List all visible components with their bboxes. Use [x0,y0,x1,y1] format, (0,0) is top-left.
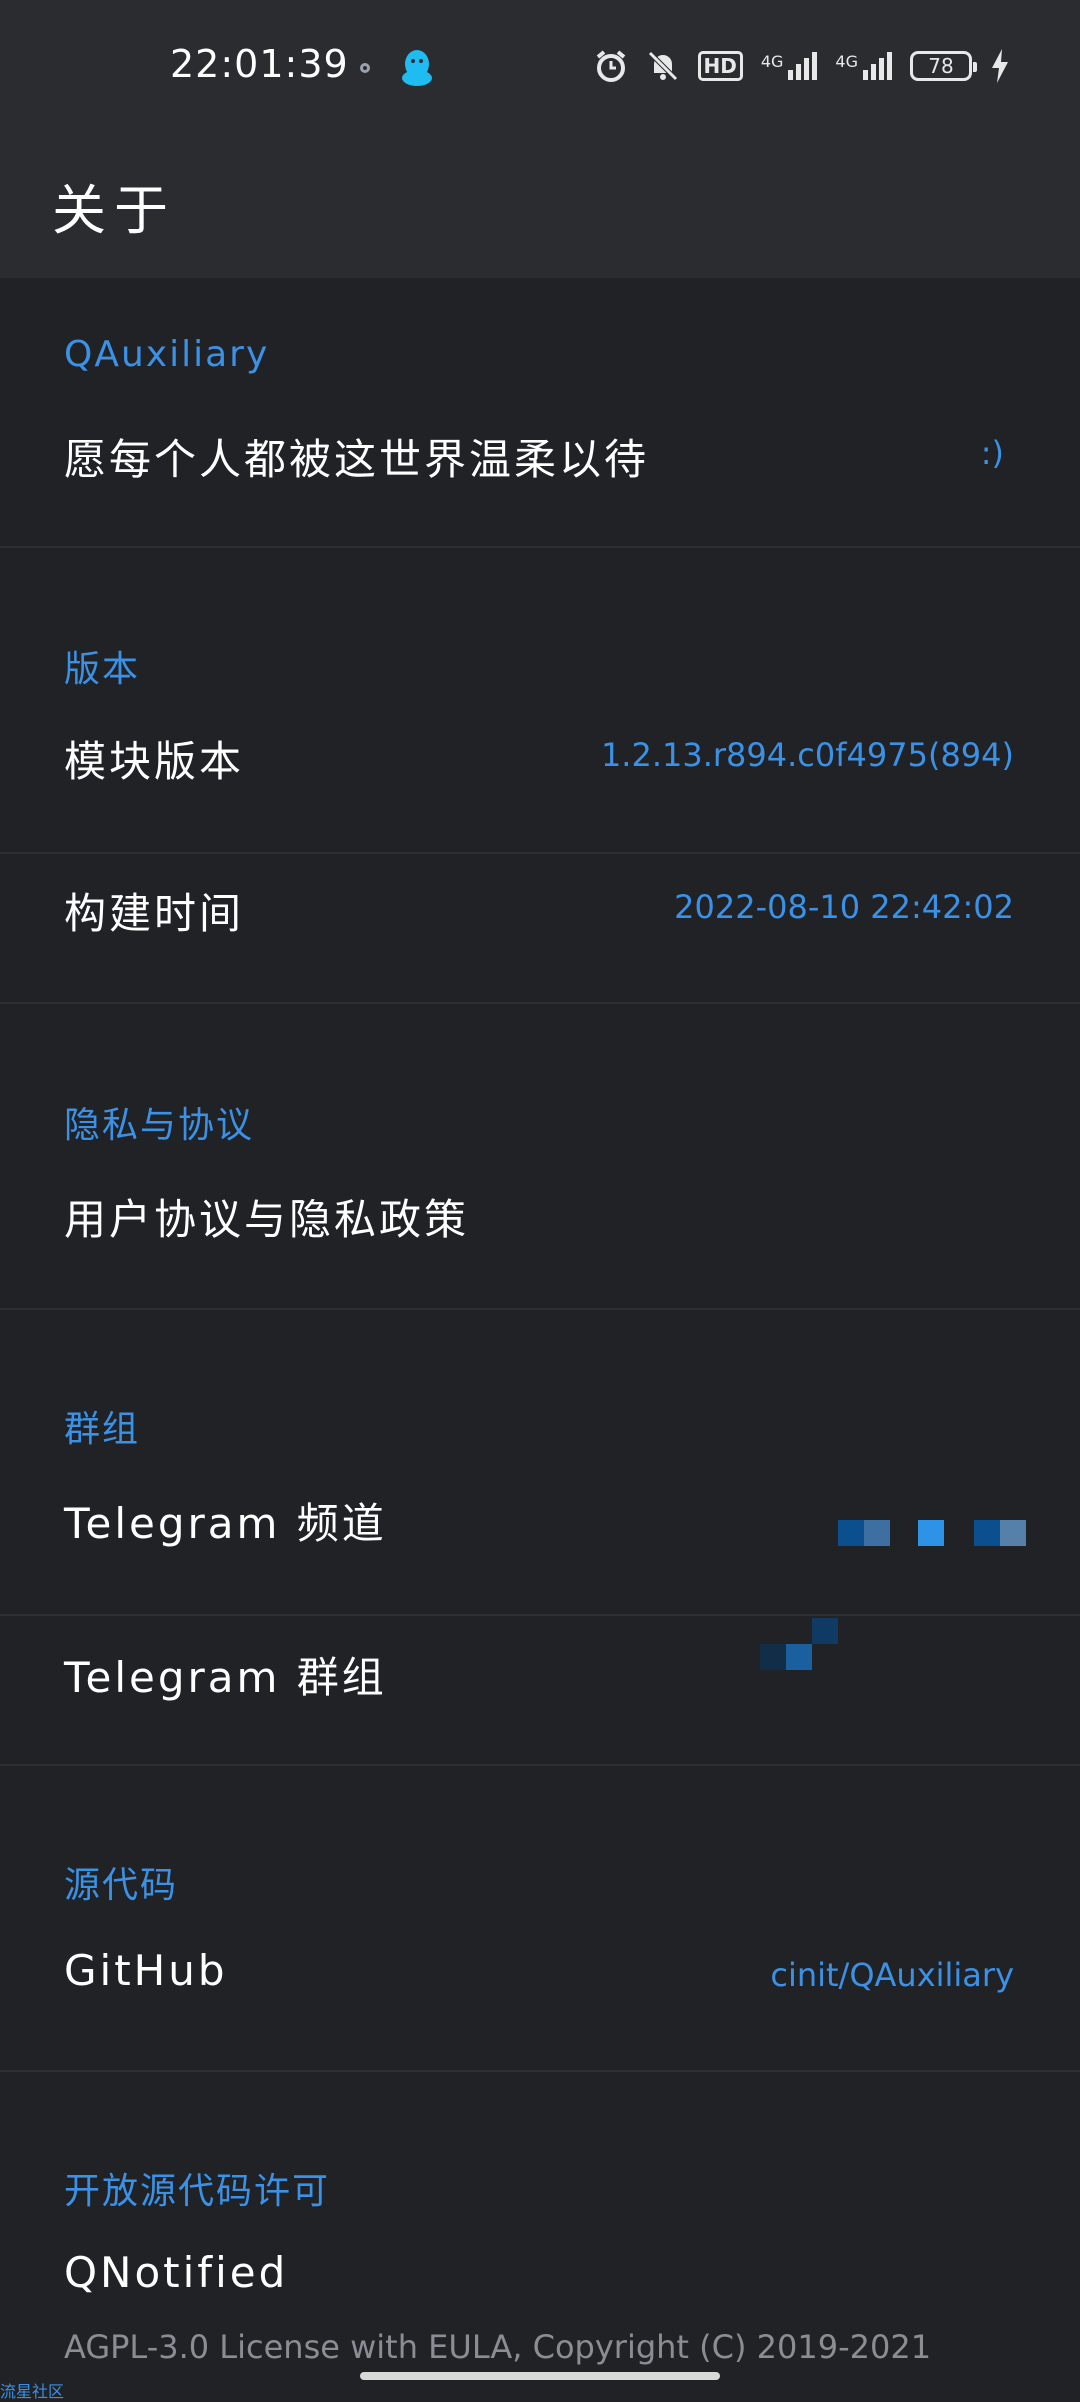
divider [0,852,1080,854]
privacy-policy-row[interactable]: 用户协议与隐私政策 [0,1154,1080,1304]
section-header-version: 版本 [64,649,141,690]
signal-icon-2: 4G [835,52,892,80]
page-title: 关于 [52,179,176,242]
section-header-source: 源代码 [64,1865,179,1906]
alarm-icon [596,50,625,82]
battery-icon: 78 [910,51,977,81]
divider [0,1614,1080,1616]
redacted-link-image [838,1518,1028,1548]
motto-value: :) [980,434,1004,472]
privacy-policy-label: 用户协议与隐私政策 [64,1195,470,1244]
module-version-label: 模块版本 [64,737,245,786]
license-item-description: AGPL-3.0 License with EULA, Copyright (C… [64,2328,932,2366]
telegram-channel-row[interactable]: Telegram 频道 [0,1460,1080,1610]
github-label: GitHub [64,1946,228,1995]
status-icons: HD 4G 4G 78 [594,46,1011,86]
divider [0,1764,1080,1766]
build-time-label: 构建时间 [64,889,245,938]
status-bar: 22:01:39 HD 4G 4G 78 [0,0,1080,136]
mute-bell-icon [647,51,678,81]
build-time-row[interactable]: 构建时间 2022-08-10 22:42:02 [0,856,1080,1000]
status-time: 22:01:39 [170,42,349,86]
hd-badge-icon: HD [697,51,743,81]
notification-dot-icon [360,63,370,73]
divider [0,1308,1080,1310]
app-bar: 关于 [0,136,1080,278]
charging-icon [992,49,1008,83]
section-header-licenses: 开放源代码许可 [64,2171,331,2212]
redacted-link-image [752,1618,842,1678]
qq-penguin-icon [402,50,432,86]
divider [0,1002,1080,1004]
telegram-channel-label: Telegram 频道 [64,1499,387,1548]
home-indicator[interactable] [360,2372,720,2380]
section-header-groups: 群组 [64,1409,141,1450]
github-value: cinit/QAuxiliary [770,1956,1014,1994]
watermark-text: 流星社区 [0,2382,65,2401]
motto-text: 愿每个人都被这世界温柔以待 [64,435,650,484]
module-version-value: 1.2.13.r894.c0f4975(894) [600,736,1014,774]
license-item-title: QNotified [64,2248,289,2297]
signal-icon-1: 4G [761,52,818,80]
motto-row[interactable]: 愿每个人都被这世界温柔以待 :) [0,398,1080,524]
github-row[interactable]: GitHub cinit/QAuxiliary [0,1916,1080,2066]
telegram-group-label: Telegram 群组 [64,1653,387,1702]
section-header-qauxiliary: QAuxiliary [64,334,270,375]
divider [0,2070,1080,2072]
divider [0,546,1080,548]
module-version-row[interactable]: 模块版本 1.2.13.r894.c0f4975(894) [0,698,1080,828]
section-header-privacy: 隐私与协议 [64,1105,255,1146]
telegram-group-row[interactable]: Telegram 群组 [0,1618,1080,1764]
build-time-value: 2022-08-10 22:42:02 [674,888,1014,926]
